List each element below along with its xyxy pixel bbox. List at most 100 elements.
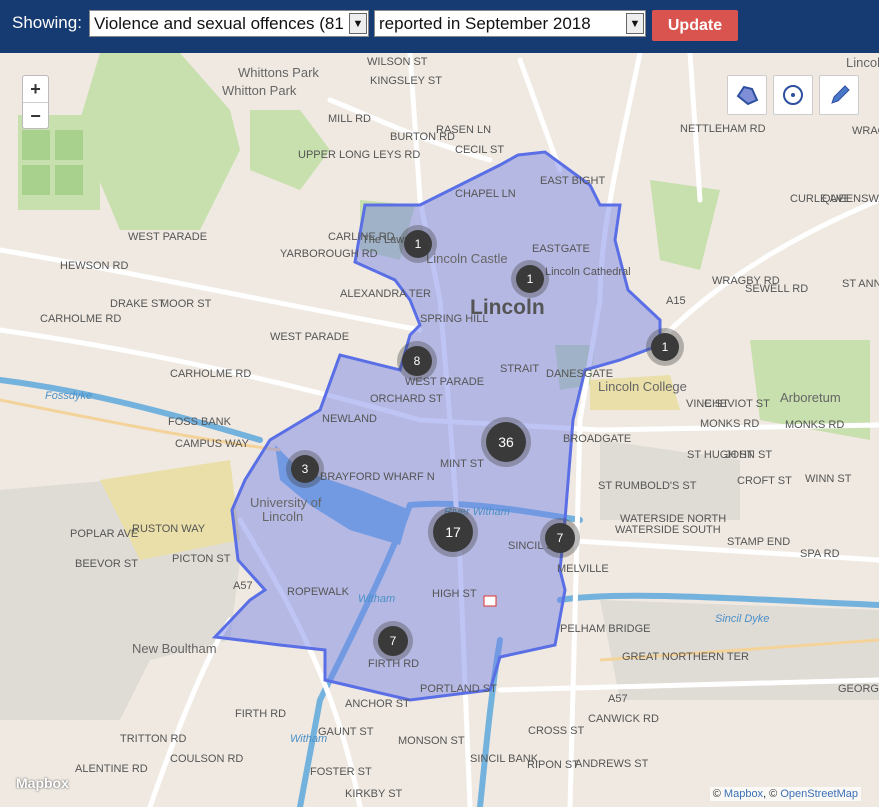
street-label: DRAKE ST (110, 298, 166, 310)
draw-circle-button[interactable] (773, 75, 813, 115)
street-label: GREAT NORTHERN TER (622, 651, 749, 663)
street-label: CECIL ST (455, 144, 505, 156)
cluster-count: 1 (651, 333, 679, 361)
street-label: CARLINE RD (328, 231, 395, 243)
map-attribution: © Mapbox, © OpenStreetMap (709, 787, 861, 801)
cluster-count: 1 (516, 265, 544, 293)
street-label: PORTLAND ST (420, 683, 497, 695)
crime-cluster[interactable]: 1 (511, 260, 549, 298)
cluster-count: 36 (486, 422, 526, 462)
crime-cluster[interactable]: 7 (540, 518, 580, 558)
street-label: GAUNT ST (318, 726, 374, 738)
showing-label: Showing: (12, 13, 82, 32)
openstreetmap-link[interactable]: OpenStreetMap (780, 788, 858, 800)
street-label: GEORGE S (838, 683, 879, 695)
river (0, 377, 263, 443)
street-label: ALEXANDRA TER (340, 288, 431, 300)
place-label: Lincoln Hospit (846, 55, 879, 70)
crime-cluster[interactable]: 17 (428, 507, 478, 557)
street-label: BROADGATE (563, 433, 632, 445)
zoom-out-button[interactable]: − (23, 103, 48, 129)
crime-cluster[interactable]: 1 (399, 225, 437, 263)
street-label: MONSON ST (398, 735, 465, 747)
circle-icon (783, 85, 803, 105)
park-area (650, 180, 720, 270)
crime-cluster[interactable]: 1 (646, 328, 684, 366)
street-label: A15 (666, 295, 686, 307)
street-label: MELVILLE (557, 563, 609, 575)
street-label: PICTON ST (172, 553, 231, 565)
update-button[interactable]: Update (652, 10, 738, 41)
draw-freehand-button[interactable] (819, 75, 859, 115)
street-label: POPLAR AVE (70, 528, 139, 540)
street-label: QUEENSWAY (822, 193, 879, 205)
pitch (22, 165, 50, 195)
water-label: Sincil Dyke (715, 613, 770, 625)
street-label: ST RUMBOLD'S ST (598, 480, 697, 492)
map-canvas[interactable]: Whittons Park Whitton Park WILSON ST KIN… (0, 53, 879, 807)
street-label: KIRKBY ST (345, 788, 403, 800)
place-label: Lincoln Cathedral (545, 266, 631, 278)
street-label: KINGSLEY ST (370, 75, 442, 87)
crime-cluster[interactable]: 36 (481, 417, 531, 467)
street-label: RIPON ST (527, 759, 579, 771)
street-label: WILSON ST (367, 56, 428, 68)
street-label: ST ANNE'S RD (842, 278, 879, 290)
street-label: MOOR ST (160, 298, 212, 310)
street-label: SPRING HILL (420, 313, 489, 325)
polygon-icon (736, 85, 759, 106)
street-label: WRAGB (852, 125, 879, 137)
street-label: ALENTINE RD (75, 763, 148, 775)
draw-polygon-button[interactable] (727, 75, 767, 115)
crime-type-select[interactable]: Violence and sexual offences (81 ▼ (89, 10, 369, 37)
street-label: CHEVIOT ST (704, 398, 770, 410)
pencil-icon (831, 85, 850, 104)
street-label: CHAPEL LN (455, 188, 516, 200)
header-bar: Showing: Violence and sexual offences (8… (0, 0, 879, 53)
pitch (22, 130, 50, 160)
pitch (55, 130, 83, 160)
period-select[interactable]: reported in September 2018 ▼ (374, 10, 646, 37)
street-label: HIGH ST (432, 588, 477, 600)
zoom-control: + − (22, 75, 49, 129)
zoom-in-button[interactable]: + (23, 76, 48, 102)
place-label: Whittons Park (238, 65, 319, 80)
place-label: New Boultham (132, 641, 217, 656)
place-label: University of (250, 495, 322, 510)
place-label: Lincoln Castle (426, 251, 508, 266)
street-label: NEWLAND (322, 413, 378, 425)
attribution-copyright: © (712, 788, 721, 800)
chevron-down-icon[interactable]: ▼ (349, 13, 367, 34)
street-label: WATERSIDE SOUTH (615, 524, 721, 536)
street-label: CAMPUS WAY (175, 438, 249, 450)
mapbox-link[interactable]: Mapbox (724, 788, 763, 800)
street-label: JOHN ST (725, 449, 773, 461)
street-label: YARBOROUGH RD (280, 248, 378, 260)
street-label: A57 (233, 580, 253, 592)
place-label: Lincoln (262, 509, 304, 524)
street-label: CANWICK RD (588, 713, 659, 725)
cluster-count: 7 (545, 523, 575, 553)
street-label: WEST PARADE (270, 331, 350, 343)
street-label: PELHAM BRIDGE (560, 623, 651, 635)
street-label: TRITTON RD (120, 733, 187, 745)
crime-cluster[interactable]: 8 (397, 341, 437, 381)
street-label: MONKS RD (785, 419, 845, 431)
street-label: BEEVOR ST (75, 558, 138, 570)
neighbourhood-boundary (211, 150, 662, 702)
street-label: CROFT ST (737, 475, 792, 487)
cluster-count: 8 (402, 346, 432, 376)
crime-cluster[interactable]: 7 (373, 621, 413, 661)
street-label: CROSS ST (528, 725, 585, 737)
station-icon (483, 595, 497, 607)
crime-cluster[interactable]: 3 (286, 450, 324, 488)
street-label: COULSON RD (170, 753, 244, 765)
street-label: CARHOLME RD (170, 368, 252, 380)
chevron-down-icon[interactable]: ▼ (626, 13, 644, 34)
mapbox-logo: Mapbox (16, 775, 69, 791)
water-label: Fossdyke (45, 390, 93, 402)
cluster-count: 7 (378, 626, 408, 656)
street-label: FOSTER ST (310, 766, 372, 778)
period-value: reported in September 2018 (379, 14, 591, 33)
street-label: MINT ST (440, 458, 484, 470)
